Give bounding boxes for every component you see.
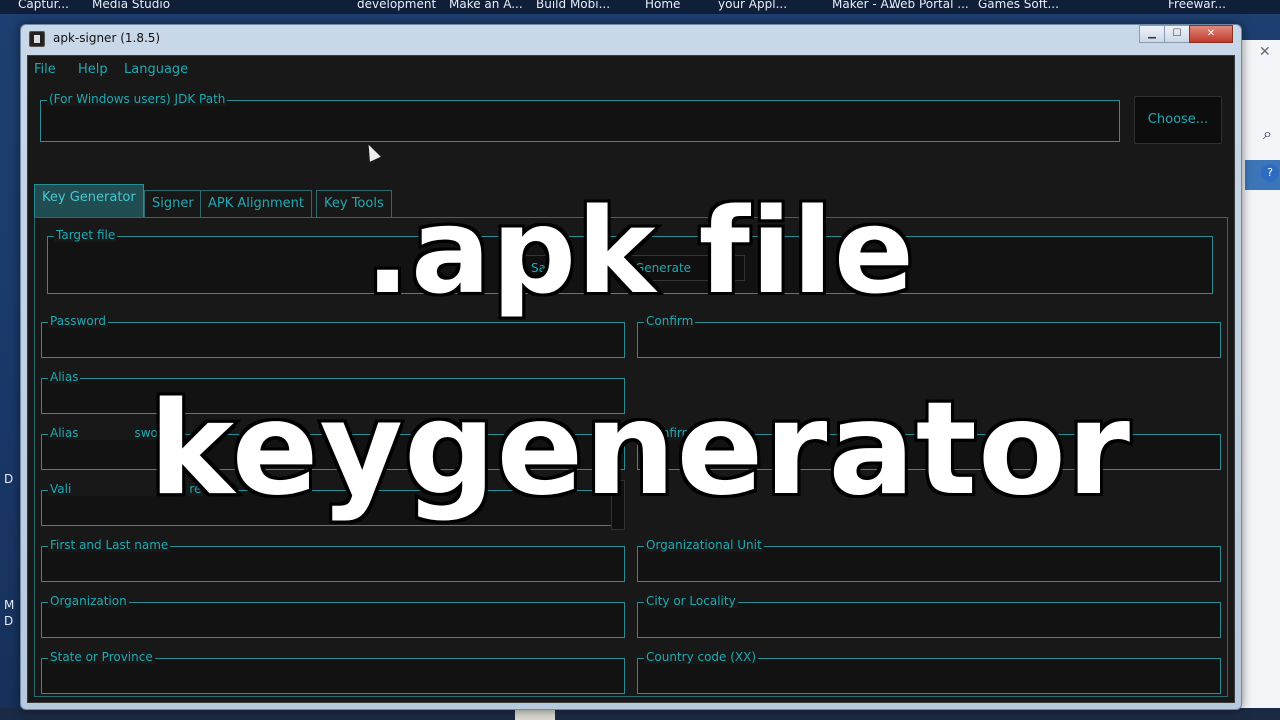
menu-bar: File Help Language [28, 56, 1234, 84]
minimize-icon[interactable]: ▁ [1139, 25, 1165, 43]
taskbar-item[interactable]: Games Soft... [978, 0, 1059, 11]
app-icon [29, 31, 45, 47]
taskbar-item[interactable]: your Appl... [718, 0, 787, 11]
maximize-icon[interactable]: ☐ [1164, 25, 1190, 43]
password-field[interactable]: Password [41, 314, 625, 358]
state-label: State or Province [48, 650, 155, 664]
organization-label: Organization [48, 594, 129, 608]
state-field[interactable]: State or Province [41, 650, 625, 694]
confirm-password-field[interactable]: Confirm [637, 314, 1221, 358]
country-code-label: Country code (XX) [644, 650, 759, 664]
search-icon[interactable]: ⌕ [1263, 124, 1272, 144]
country-code-field[interactable]: Country code (XX) [637, 650, 1221, 694]
first-last-name-field[interactable]: First and Last name [41, 538, 625, 582]
org-unit-field[interactable]: Organizational Unit [637, 538, 1221, 582]
taskbar-item[interactable]: development [357, 0, 436, 11]
jdk-path-label: (For Windows users) JDK Path [47, 92, 228, 106]
help-icon[interactable]: ? [1261, 164, 1279, 182]
close-icon[interactable]: ✕ [1259, 44, 1271, 60]
taskbar: Captur... Media Studio development Make … [0, 0, 1280, 14]
first-last-name-label: First and Last name [48, 538, 171, 552]
city-label: City or Locality [644, 594, 738, 608]
menu-help[interactable]: Help [78, 62, 108, 77]
menu-file[interactable]: File [34, 62, 56, 77]
password-label: Password [48, 314, 109, 328]
window-controls: ▁ ☐ ✕ [1139, 25, 1233, 45]
menu-language[interactable]: Language [124, 62, 188, 77]
taskbar-item[interactable]: Make an A... [449, 0, 523, 11]
city-field[interactable]: City or Locality [637, 594, 1221, 638]
taskbar-item[interactable]: Home [645, 0, 680, 11]
org-unit-label: Organizational Unit [644, 538, 764, 552]
taskbar-item[interactable]: Freewar... [1168, 0, 1226, 11]
desktop-label: M [4, 598, 15, 612]
desktop-label: D [4, 614, 14, 628]
close-icon[interactable]: ✕ [1189, 25, 1233, 43]
taskbar-item[interactable]: Web Portal ... [889, 0, 969, 11]
jdk-path-field[interactable]: (For Windows users) JDK Path [40, 92, 1120, 142]
window-title: apk-signer (1.8.5) [53, 31, 161, 45]
choose-jdk-button[interactable]: Choose... [1134, 96, 1222, 144]
taskbar-item[interactable]: Media Studio [92, 0, 170, 11]
taskbar-item[interactable]: Captur... [18, 0, 69, 11]
app-window: apk-signer (1.8.5) ▁ ☐ ✕ File Help Langu… [20, 24, 1242, 710]
overlay-title-line1: .apk file [362, 182, 917, 320]
title-bar[interactable]: apk-signer (1.8.5) ▁ ☐ ✕ [21, 25, 1241, 53]
organization-field[interactable]: Organization [41, 594, 625, 638]
overlay-title-line2: keygenerator [146, 375, 1133, 524]
taskbar-item[interactable]: Build Mobi... [536, 0, 610, 11]
